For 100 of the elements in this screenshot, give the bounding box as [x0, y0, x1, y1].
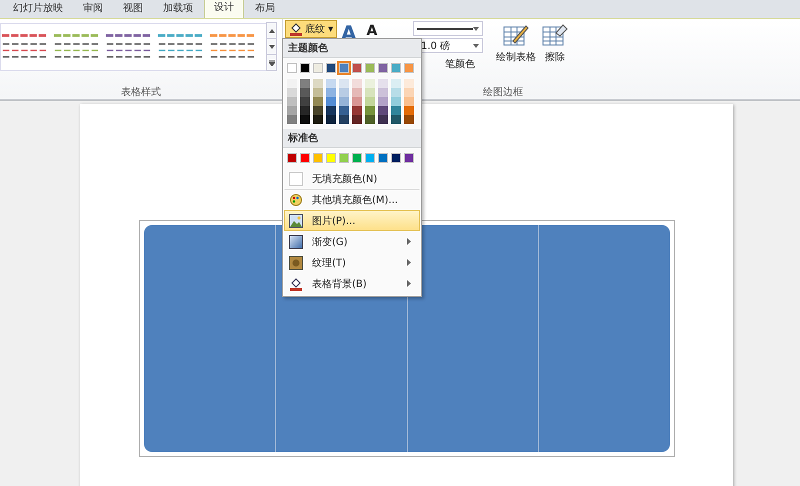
color-swatch[interactable]: [404, 106, 414, 115]
color-swatch[interactable]: [352, 88, 362, 97]
color-swatch[interactable]: [365, 106, 375, 115]
color-swatch[interactable]: [352, 63, 362, 73]
color-swatch[interactable]: [365, 153, 375, 163]
color-swatch[interactable]: [378, 63, 388, 73]
shading-button[interactable]: 底纹 ▾: [285, 20, 338, 38]
more-arrow-icon: [268, 60, 274, 66]
color-swatch[interactable]: [326, 79, 336, 88]
color-swatch[interactable]: [404, 88, 414, 97]
color-swatch[interactable]: [326, 63, 336, 73]
menu-item[interactable]: 无填充颜色(N): [284, 168, 420, 189]
color-swatch[interactable]: [287, 153, 297, 163]
color-swatch[interactable]: [378, 115, 388, 124]
color-swatch[interactable]: [326, 88, 336, 97]
color-swatch[interactable]: [391, 106, 401, 115]
palette-icon: [290, 194, 302, 206]
ribbon-tab[interactable]: 加载项: [154, 1, 202, 18]
scroll-down-button[interactable]: [266, 38, 277, 55]
color-swatch[interactable]: [287, 106, 297, 115]
caret-icon: [473, 44, 479, 48]
color-swatch[interactable]: [352, 153, 362, 163]
color-swatch[interactable]: [300, 88, 310, 97]
color-swatch[interactable]: [287, 79, 297, 88]
color-swatch[interactable]: [300, 63, 310, 73]
color-swatch[interactable]: [287, 97, 297, 106]
color-swatch[interactable]: [365, 88, 375, 97]
color-swatch[interactable]: [352, 79, 362, 88]
ribbon-tab[interactable]: 设计: [204, 0, 244, 18]
color-swatch[interactable]: [391, 79, 401, 88]
ribbon-tab[interactable]: 幻灯片放映: [4, 1, 72, 18]
ribbon-tab[interactable]: 视图: [114, 1, 152, 18]
color-swatch[interactable]: [326, 106, 336, 115]
color-swatch[interactable]: [313, 79, 323, 88]
color-swatch[interactable]: [313, 88, 323, 97]
color-swatch[interactable]: [300, 115, 310, 124]
color-swatch[interactable]: [313, 97, 323, 106]
color-swatch[interactable]: [404, 63, 414, 73]
color-swatch[interactable]: [352, 106, 362, 115]
menu-item[interactable]: 渐变(G): [284, 231, 420, 252]
color-swatch[interactable]: [300, 153, 310, 163]
color-swatch[interactable]: [287, 115, 297, 124]
color-swatch[interactable]: [378, 106, 388, 115]
texture-icon: [289, 256, 303, 270]
color-swatch[interactable]: [404, 153, 414, 163]
color-swatch[interactable]: [339, 106, 349, 115]
color-swatch[interactable]: [313, 106, 323, 115]
menu-item[interactable]: 表格背景(B): [284, 273, 420, 294]
color-swatch[interactable]: [404, 97, 414, 106]
color-swatch[interactable]: [313, 115, 323, 124]
color-swatch[interactable]: [365, 63, 375, 73]
table-eraser-icon: [542, 23, 568, 47]
ribbon-tab[interactable]: 布局: [246, 1, 284, 18]
color-swatch[interactable]: [378, 88, 388, 97]
more-button[interactable]: [266, 54, 277, 71]
color-swatch[interactable]: [300, 106, 310, 115]
menu-item[interactable]: 图片(P)...: [284, 210, 420, 231]
color-swatch[interactable]: [313, 63, 323, 73]
color-swatch[interactable]: [352, 97, 362, 106]
color-swatch[interactable]: [326, 97, 336, 106]
color-swatch[interactable]: [391, 63, 401, 73]
color-swatch[interactable]: [391, 88, 401, 97]
color-swatch[interactable]: [378, 153, 388, 163]
ribbon-tab[interactable]: 审阅: [74, 1, 112, 18]
table-pencil-icon: [503, 23, 529, 47]
group-label: 绘图边框: [483, 86, 523, 99]
color-swatch[interactable]: [352, 115, 362, 124]
color-swatch[interactable]: [339, 79, 349, 88]
eraser-button[interactable]: 擦除: [539, 19, 571, 81]
paint-bucket-icon: [289, 276, 303, 290]
color-swatch[interactable]: [300, 79, 310, 88]
color-swatch[interactable]: [378, 97, 388, 106]
color-swatch[interactable]: [313, 153, 323, 163]
color-swatch[interactable]: [378, 79, 388, 88]
color-swatch[interactable]: [326, 115, 336, 124]
menu-item[interactable]: 纹理(T): [284, 252, 420, 273]
group-label: 表格样式: [120, 86, 162, 99]
color-swatch[interactable]: [365, 115, 375, 124]
color-swatch[interactable]: [287, 88, 297, 97]
color-swatch[interactable]: [339, 153, 349, 163]
color-swatch[interactable]: [365, 79, 375, 88]
color-swatch[interactable]: [326, 153, 336, 163]
color-swatch[interactable]: [339, 115, 349, 124]
color-swatch[interactable]: [404, 79, 414, 88]
color-swatch[interactable]: [339, 88, 349, 97]
color-swatch[interactable]: [391, 115, 401, 124]
pen-style-dropdown[interactable]: [413, 21, 483, 36]
color-swatch[interactable]: [391, 153, 401, 163]
down-arrow-icon: [268, 44, 274, 48]
scroll-up-button[interactable]: [266, 22, 277, 39]
menu-heading: 标准色: [283, 129, 421, 148]
color-swatch[interactable]: [404, 115, 414, 124]
color-swatch[interactable]: [287, 63, 297, 73]
color-swatch[interactable]: [391, 97, 401, 106]
color-swatch[interactable]: [339, 63, 349, 73]
color-swatch[interactable]: [300, 97, 310, 106]
caret-icon: [473, 26, 479, 30]
draw-table-button[interactable]: 绘制表格: [493, 19, 539, 81]
color-swatch[interactable]: [339, 97, 349, 106]
color-swatch[interactable]: [365, 97, 375, 106]
